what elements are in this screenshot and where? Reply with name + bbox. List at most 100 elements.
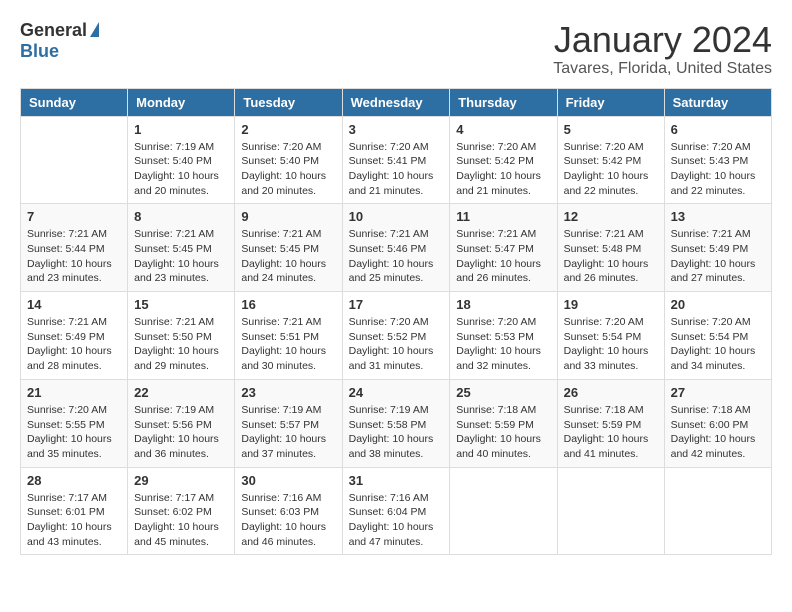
title-section: January 2024 Tavares, Florida, United St… (553, 20, 772, 78)
calendar-week-4: 21 Sunrise: 7:20 AMSunset: 5:55 PMDayligh… (21, 379, 772, 467)
day-number: 8 (134, 209, 228, 224)
calendar-header-row: SundayMondayTuesdayWednesdayThursdayFrid… (21, 88, 772, 116)
calendar-cell: 8 Sunrise: 7:21 AMSunset: 5:45 PMDaylight… (128, 204, 235, 292)
calendar-cell (664, 467, 771, 555)
day-number: 11 (456, 209, 550, 224)
day-number: 14 (27, 297, 121, 312)
day-number: 24 (349, 385, 444, 400)
day-info: Sunrise: 7:20 AMSunset: 5:41 PMDaylight:… (349, 140, 444, 199)
calendar-cell: 19 Sunrise: 7:20 AMSunset: 5:54 PMDayligh… (557, 292, 664, 380)
calendar-cell: 22 Sunrise: 7:19 AMSunset: 5:56 PMDayligh… (128, 379, 235, 467)
day-number: 30 (241, 473, 335, 488)
day-number: 9 (241, 209, 335, 224)
calendar-cell: 23 Sunrise: 7:19 AMSunset: 5:57 PMDayligh… (235, 379, 342, 467)
weekday-header-friday: Friday (557, 88, 664, 116)
day-number: 10 (349, 209, 444, 224)
day-info: Sunrise: 7:19 AMSunset: 5:56 PMDaylight:… (134, 403, 228, 462)
calendar-cell: 4 Sunrise: 7:20 AMSunset: 5:42 PMDaylight… (450, 116, 557, 204)
day-info: Sunrise: 7:21 AMSunset: 5:49 PMDaylight:… (671, 227, 765, 286)
calendar-cell: 21 Sunrise: 7:20 AMSunset: 5:55 PMDayligh… (21, 379, 128, 467)
calendar-cell: 10 Sunrise: 7:21 AMSunset: 5:46 PMDayligh… (342, 204, 450, 292)
day-number: 13 (671, 209, 765, 224)
day-number: 2 (241, 122, 335, 137)
logo-blue-text: Blue (20, 41, 59, 61)
day-number: 7 (27, 209, 121, 224)
day-info: Sunrise: 7:20 AMSunset: 5:40 PMDaylight:… (241, 140, 335, 199)
day-number: 4 (456, 122, 550, 137)
day-number: 28 (27, 473, 121, 488)
calendar-week-2: 7 Sunrise: 7:21 AMSunset: 5:44 PMDaylight… (21, 204, 772, 292)
page-subtitle: Tavares, Florida, United States (553, 60, 772, 78)
day-number: 19 (564, 297, 658, 312)
day-number: 23 (241, 385, 335, 400)
day-info: Sunrise: 7:21 AMSunset: 5:46 PMDaylight:… (349, 227, 444, 286)
day-info: Sunrise: 7:21 AMSunset: 5:49 PMDaylight:… (27, 315, 121, 374)
day-number: 27 (671, 385, 765, 400)
logo: General Blue (20, 20, 99, 62)
day-info: Sunrise: 7:21 AMSunset: 5:51 PMDaylight:… (241, 315, 335, 374)
page-header: General Blue January 2024 Tavares, Flori… (20, 20, 772, 78)
calendar-cell: 15Sunrise: 7:21 AMSunset: 5:50 PMDayligh… (128, 292, 235, 380)
day-info: Sunrise: 7:20 AMSunset: 5:53 PMDaylight:… (456, 315, 550, 374)
day-info: Sunrise: 7:21 AMSunset: 5:50 PMDaylight:… (134, 315, 228, 374)
day-info: Sunrise: 7:18 AMSunset: 5:59 PMDaylight:… (456, 403, 550, 462)
day-number: 3 (349, 122, 444, 137)
day-number: 26 (564, 385, 658, 400)
calendar-cell: 7 Sunrise: 7:21 AMSunset: 5:44 PMDaylight… (21, 204, 128, 292)
day-number: 1 (134, 122, 228, 137)
day-number: 21 (27, 385, 121, 400)
day-number: 25 (456, 385, 550, 400)
calendar-cell: 26 Sunrise: 7:18 AMSunset: 5:59 PMDayligh… (557, 379, 664, 467)
day-info: Sunrise: 7:21 AMSunset: 5:48 PMDaylight:… (564, 227, 658, 286)
calendar-cell: 6Sunrise: 7:20 AMSunset: 5:43 PMDaylight… (664, 116, 771, 204)
day-info: Sunrise: 7:20 AMSunset: 5:42 PMDaylight:… (456, 140, 550, 199)
day-info: Sunrise: 7:20 AMSunset: 5:52 PMDaylight:… (349, 315, 444, 374)
calendar-cell: 2 Sunrise: 7:20 AMSunset: 5:40 PMDaylight… (235, 116, 342, 204)
day-number: 20 (671, 297, 765, 312)
day-number: 31 (349, 473, 444, 488)
day-info: Sunrise: 7:19 AMSunset: 5:57 PMDaylight:… (241, 403, 335, 462)
day-info: Sunrise: 7:17 AMSunset: 6:02 PMDaylight:… (134, 491, 228, 550)
calendar-cell: 5Sunrise: 7:20 AMSunset: 5:42 PMDaylight… (557, 116, 664, 204)
day-number: 18 (456, 297, 550, 312)
calendar-cell: 11 Sunrise: 7:21 AMSunset: 5:47 PMDayligh… (450, 204, 557, 292)
day-info: Sunrise: 7:21 AMSunset: 5:47 PMDaylight:… (456, 227, 550, 286)
day-number: 6 (671, 122, 765, 137)
calendar-cell: 27Sunrise: 7:18 AMSunset: 6:00 PMDayligh… (664, 379, 771, 467)
day-number: 5 (564, 122, 658, 137)
day-info: Sunrise: 7:20 AMSunset: 5:55 PMDaylight:… (27, 403, 121, 462)
calendar-cell: 28Sunrise: 7:17 AMSunset: 6:01 PMDayligh… (21, 467, 128, 555)
calendar-cell: 25 Sunrise: 7:18 AMSunset: 5:59 PMDayligh… (450, 379, 557, 467)
day-number: 16 (241, 297, 335, 312)
day-info: Sunrise: 7:21 AMSunset: 5:45 PMDaylight:… (134, 227, 228, 286)
day-number: 12 (564, 209, 658, 224)
calendar-cell: 13 Sunrise: 7:21 AMSunset: 5:49 PMDayligh… (664, 204, 771, 292)
calendar-cell: 3 Sunrise: 7:20 AMSunset: 5:41 PMDaylight… (342, 116, 450, 204)
calendar-cell: 14 Sunrise: 7:21 AMSunset: 5:49 PMDayligh… (21, 292, 128, 380)
calendar-cell: 1Sunrise: 7:19 AMSunset: 5:40 PMDaylight… (128, 116, 235, 204)
day-info: Sunrise: 7:20 AMSunset: 5:54 PMDaylight:… (671, 315, 765, 374)
day-info: Sunrise: 7:19 AMSunset: 5:58 PMDaylight:… (349, 403, 444, 462)
calendar-cell (557, 467, 664, 555)
calendar-week-5: 28Sunrise: 7:17 AMSunset: 6:01 PMDayligh… (21, 467, 772, 555)
day-info: Sunrise: 7:21 AMSunset: 5:45 PMDaylight:… (241, 227, 335, 286)
calendar-cell: 9 Sunrise: 7:21 AMSunset: 5:45 PMDaylight… (235, 204, 342, 292)
day-info: Sunrise: 7:20 AMSunset: 5:54 PMDaylight:… (564, 315, 658, 374)
day-info: Sunrise: 7:16 AMSunset: 6:04 PMDaylight:… (349, 491, 444, 550)
calendar-cell (21, 116, 128, 204)
calendar-week-3: 14 Sunrise: 7:21 AMSunset: 5:49 PMDayligh… (21, 292, 772, 380)
day-number: 17 (349, 297, 444, 312)
calendar-cell: 12 Sunrise: 7:21 AMSunset: 5:48 PMDayligh… (557, 204, 664, 292)
day-info: Sunrise: 7:21 AMSunset: 5:44 PMDaylight:… (27, 227, 121, 286)
logo-general-text: General (20, 20, 87, 41)
day-number: 22 (134, 385, 228, 400)
calendar-cell: 20 Sunrise: 7:20 AMSunset: 5:54 PMDayligh… (664, 292, 771, 380)
calendar-cell: 30Sunrise: 7:16 AMSunset: 6:03 PMDayligh… (235, 467, 342, 555)
logo-icon (90, 22, 99, 37)
weekday-header-saturday: Saturday (664, 88, 771, 116)
calendar-cell: 17 Sunrise: 7:20 AMSunset: 5:52 PMDayligh… (342, 292, 450, 380)
weekday-header-monday: Monday (128, 88, 235, 116)
page-title: January 2024 (553, 20, 772, 60)
calendar-cell (450, 467, 557, 555)
day-info: Sunrise: 7:18 AMSunset: 5:59 PMDaylight:… (564, 403, 658, 462)
